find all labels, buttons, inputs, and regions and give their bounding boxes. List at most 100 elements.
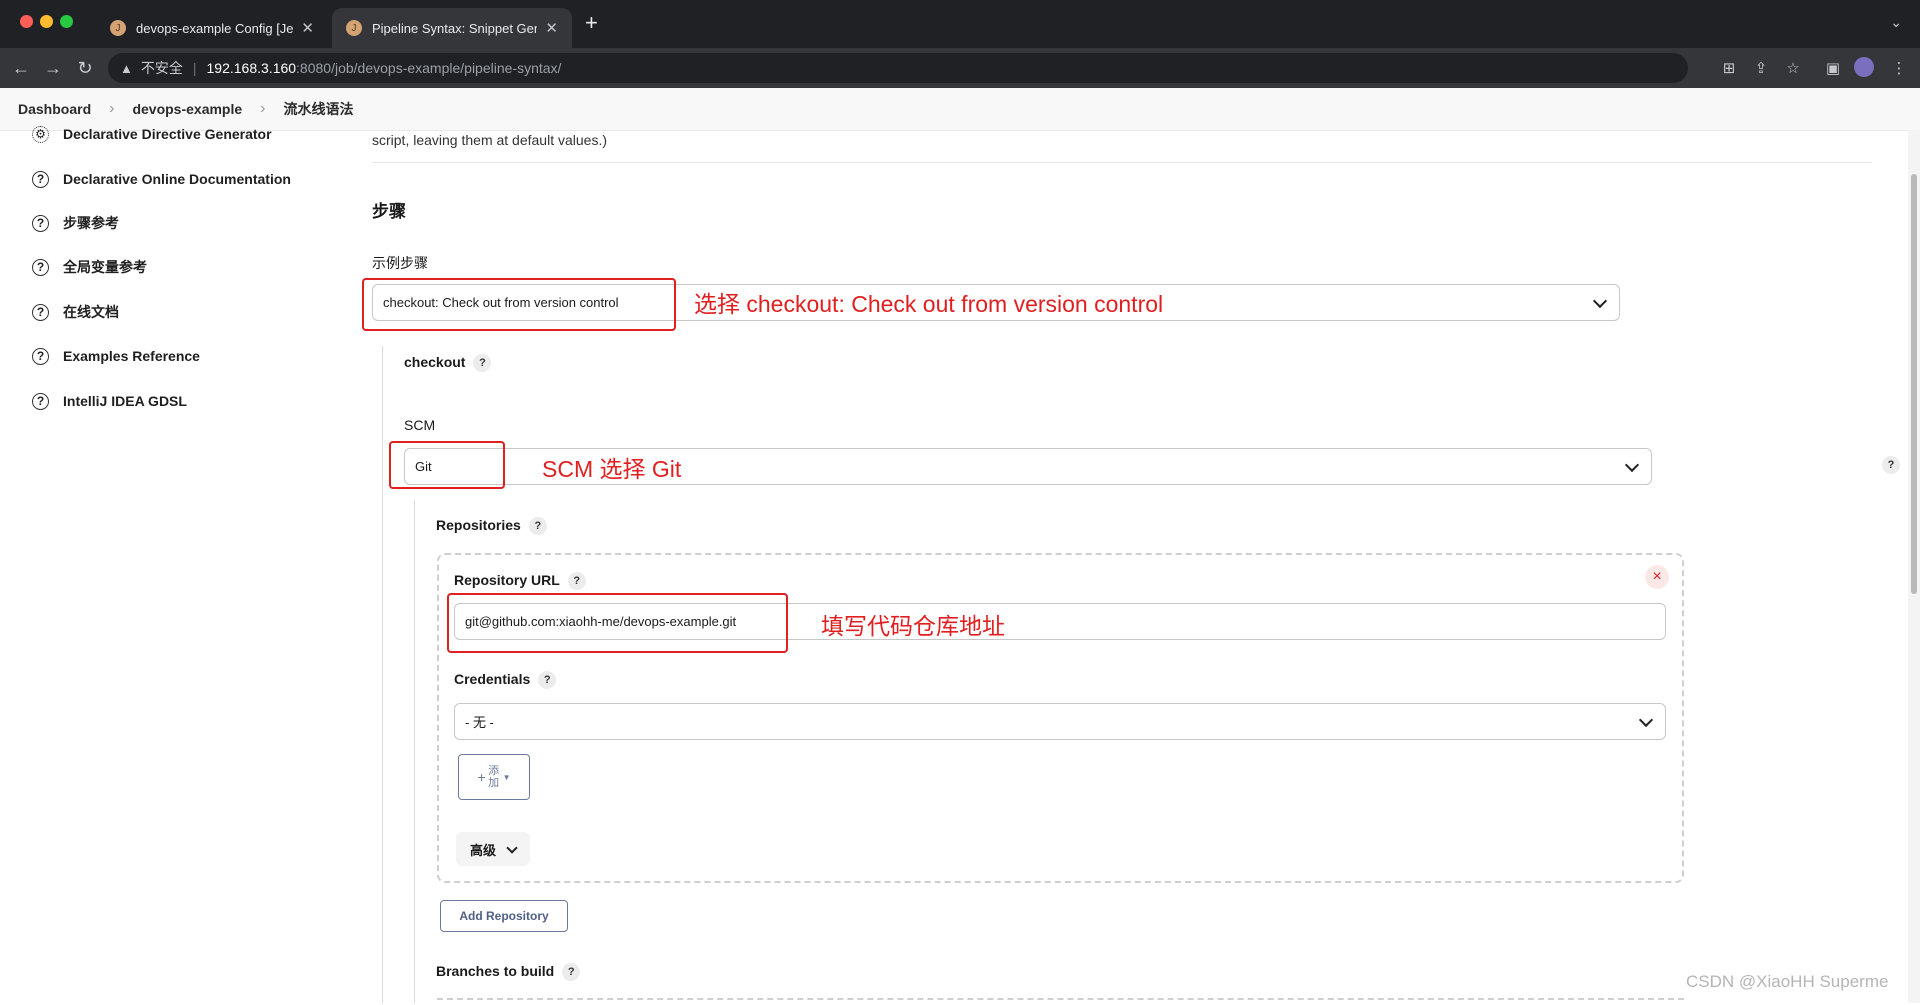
maximize-window-button[interactable] (60, 15, 73, 28)
jenkins-favicon-icon: J (110, 20, 126, 36)
intro-text: script, leaving them at default values.) (372, 132, 608, 148)
breadcrumb: Dashboard › devops-example › 流水线语法 (0, 88, 1920, 131)
sample-step-label: 示例步骤 (372, 255, 428, 271)
help-icon[interactable]: ? (567, 572, 586, 591)
checkout-label: checkout? (404, 354, 492, 373)
sidebar-item-online-documentation[interactable]: ? Declarative Online Documentation (32, 167, 291, 191)
address-bar[interactable]: ▲ 不安全 | 192.168.3.160 :8080/job/devops-e… (108, 53, 1688, 83)
annotation-url-note: 填写代码仓库地址 (821, 613, 1005, 639)
url-path: :8080/job/devops-example/pipeline-syntax… (296, 60, 562, 76)
chevron-down-icon (1624, 457, 1640, 472)
warning-icon: ▲ (120, 60, 133, 76)
advanced-button[interactable]: 高级 (456, 832, 531, 866)
steps-section-title: 步骤 (372, 202, 406, 221)
breadcrumb-dashboard[interactable]: Dashboard (0, 101, 91, 117)
credentials-label: Credentials? (454, 671, 557, 690)
tab-search-chevron-icon[interactable]: ⌄ (1890, 14, 1902, 31)
divider (372, 162, 1872, 163)
scrollbar-thumb[interactable] (1911, 174, 1917, 594)
help-icon: ? (32, 347, 49, 365)
breadcrumb-job[interactable]: devops-example (114, 101, 242, 117)
profile-avatar-icon[interactable] (1854, 57, 1874, 77)
help-icon: ? (32, 258, 49, 276)
sidebar-item-label: 在线文档 (63, 304, 119, 320)
help-icon: ? (32, 170, 49, 188)
close-tab-icon[interactable]: ✕ (545, 19, 558, 37)
scm-help-icon[interactable]: ? (1882, 456, 1900, 474)
tab-title: devops-example Config [Jenkins] (136, 20, 294, 36)
help-icon[interactable]: ? (473, 354, 492, 373)
back-icon[interactable]: ← (6, 48, 36, 88)
tab-title: Pipeline Syntax: Snippet Generator (372, 20, 537, 36)
checkout-label-text: checkout (404, 354, 466, 370)
sidebar-item-global-variables[interactable]: ? 全局变量参考 (32, 255, 147, 279)
sidebar-item-directive-generator[interactable]: ⚙ Declarative Directive Generator (32, 122, 272, 146)
help-icon[interactable]: ? (538, 671, 557, 690)
chevron-down-icon (1638, 712, 1654, 727)
branch-entry (437, 998, 1684, 1005)
chevron-down-icon (506, 841, 518, 854)
repo-url-label-text: Repository URL (454, 572, 560, 588)
add-credentials-label: 添加 (488, 765, 500, 789)
credentials-value: - 无 - (465, 715, 494, 730)
annotation-step-note: 选择 checkout: Check out from version cont… (694, 291, 1164, 317)
translate-icon[interactable]: ⊞ (1718, 57, 1740, 79)
breadcrumb-pipeline-syntax[interactable]: 流水线语法 (266, 99, 354, 119)
minimize-window-button[interactable] (40, 15, 53, 28)
plus-icon: + (477, 769, 486, 785)
caret-down-icon: ▼ (502, 772, 511, 782)
browser-menu-icon[interactable]: ⋮ (1888, 57, 1910, 79)
chevron-down-icon (1592, 293, 1608, 308)
sidebar-item-label: Declarative Directive Generator (63, 126, 272, 142)
annotation-scm-note: SCM 选择 Git (542, 456, 682, 482)
delete-repository-icon[interactable]: × (1645, 565, 1669, 589)
credentials-label-text: Credentials (454, 671, 531, 687)
sidebar-item-label: Declarative Online Documentation (63, 171, 291, 187)
url-divider: | (192, 60, 197, 76)
close-tab-icon[interactable]: ✕ (301, 19, 314, 37)
nesting-guide (382, 346, 383, 1003)
annotation-box-scm (389, 441, 505, 489)
annotation-box-url (447, 593, 788, 653)
new-tab-button[interactable]: + (585, 10, 598, 36)
gear-icon: ⚙ (32, 125, 49, 143)
repositories-label-text: Repositories (436, 517, 521, 533)
sidebar-item-examples[interactable]: ? Examples Reference (32, 344, 200, 368)
side-panel-icon[interactable]: ▣ (1822, 57, 1844, 79)
repo-url-label: Repository URL? (454, 572, 586, 591)
help-icon: ? (32, 214, 49, 232)
sidebar-item-step-reference[interactable]: ? 步骤参考 (32, 211, 119, 235)
sidebar-item-label: 全局变量参考 (63, 259, 147, 275)
annotation-box-step (362, 278, 676, 331)
bookmark-star-icon[interactable]: ☆ (1782, 57, 1804, 79)
help-icon[interactable]: ? (528, 517, 547, 536)
scm-label: SCM (404, 417, 436, 433)
sidebar-item-label: 步骤参考 (63, 215, 119, 231)
branches-label-text: Branches to build (436, 963, 555, 979)
sidebar-item-label: IntelliJ IDEA GDSL (63, 393, 187, 409)
browser-tab-config[interactable]: J devops-example Config [Jenkins] ✕ (96, 8, 328, 48)
add-repository-button[interactable]: Add Repository (440, 900, 568, 932)
address-toolbar: ← → ↻ ▲ 不安全 | 192.168.3.160 :8080/job/de… (0, 48, 1920, 88)
url-host: 192.168.3.160 (206, 60, 297, 76)
help-icon[interactable]: ? (562, 963, 581, 982)
sidebar-item-label: Examples Reference (63, 348, 200, 364)
jenkins-favicon-icon: J (346, 20, 362, 36)
repositories-label: Repositories? (436, 517, 547, 536)
browser-tab-bar: J devops-example Config [Jenkins] ✕ J Pi… (0, 0, 1920, 48)
close-window-button[interactable] (20, 15, 33, 28)
reload-icon[interactable]: ↻ (70, 48, 100, 88)
watermark: CSDN @XiaoHH Superme (1686, 972, 1889, 991)
advanced-label: 高级 (470, 842, 497, 858)
help-icon: ? (32, 392, 49, 410)
sidebar-item-intellij-gdsl[interactable]: ? IntelliJ IDEA GDSL (32, 389, 187, 413)
nesting-guide (414, 500, 415, 1003)
vertical-scrollbar[interactable] (1908, 130, 1920, 1003)
add-credentials-button[interactable]: + 添加 ▼ (458, 754, 530, 800)
browser-tab-pipeline-syntax[interactable]: J Pipeline Syntax: Snippet Generator ✕ (332, 8, 572, 48)
share-icon[interactable]: ⇪ (1750, 57, 1772, 79)
help-icon: ? (32, 303, 49, 321)
forward-icon[interactable]: → (38, 48, 68, 88)
credentials-select[interactable]: - 无 - (454, 703, 1666, 740)
sidebar-item-docs[interactable]: ? 在线文档 (32, 300, 119, 324)
